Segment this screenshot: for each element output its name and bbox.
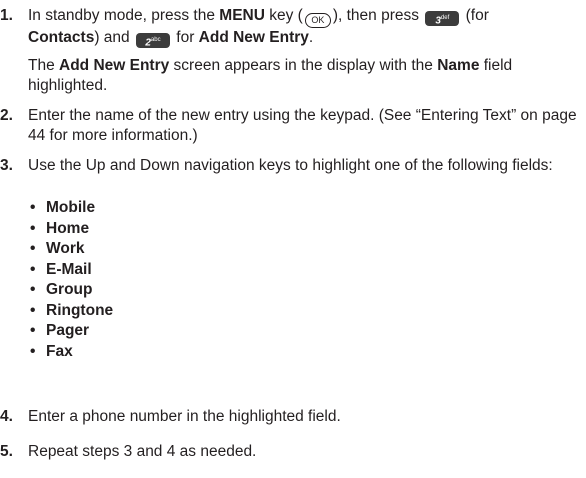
step-1-line-2: Contacts) and 2abc for Add New Entry.: [28, 29, 314, 48]
field-list: • Mobile • Home • Work • E-Mail • Group • Ring…: [28, 198, 328, 362]
step-text: Use the Up and Down navigation keys to h…: [28, 157, 553, 174]
step-text: Repeat steps 3 and 4 as needed.: [28, 443, 257, 460]
list-item: • Pager: [28, 321, 328, 342]
key-2-icon: 2abc: [135, 32, 170, 48]
list-item: • Ringtone: [28, 301, 328, 322]
step-number: 5.: [0, 443, 13, 460]
bullet-icon: •: [30, 342, 36, 360]
menu-key-label: MENU: [219, 7, 265, 24]
bullet-icon: •: [30, 219, 36, 237]
list-item: • Mobile: [28, 198, 328, 219]
step-number: 4.: [0, 408, 13, 425]
step-text: Enter a phone number in the highlighted …: [28, 408, 341, 425]
bullet-icon: •: [30, 240, 36, 257]
bullet-icon: •: [30, 199, 36, 216]
bullet-icon: •: [30, 260, 36, 278]
list-item: • E-Mail: [28, 260, 328, 281]
bullet-icon: •: [30, 301, 36, 319]
ok-key-icon: OK: [304, 13, 331, 28]
step-number: 3.: [0, 157, 13, 174]
bullet-icon: •: [30, 281, 36, 298]
bullet-icon: •: [30, 322, 36, 339]
step-number: 1.: [0, 7, 13, 24]
step-text: In standby mode, press the MENU key (OK)…: [28, 6, 580, 48]
step-1-line-1: In standby mode, press the MENU key (OK)…: [28, 7, 489, 28]
key-3-icon: 3def: [425, 10, 460, 26]
step-number: 2.: [0, 107, 13, 124]
list-item: • Home: [28, 219, 328, 240]
list-item: • Fax: [28, 342, 328, 363]
step-text: Enter the name of the new entry using th…: [28, 107, 577, 144]
list-item: • Group: [28, 280, 328, 301]
list-item: • Work: [28, 239, 328, 260]
step-note-text: The Add New Entry screen appears in the …: [28, 57, 513, 94]
